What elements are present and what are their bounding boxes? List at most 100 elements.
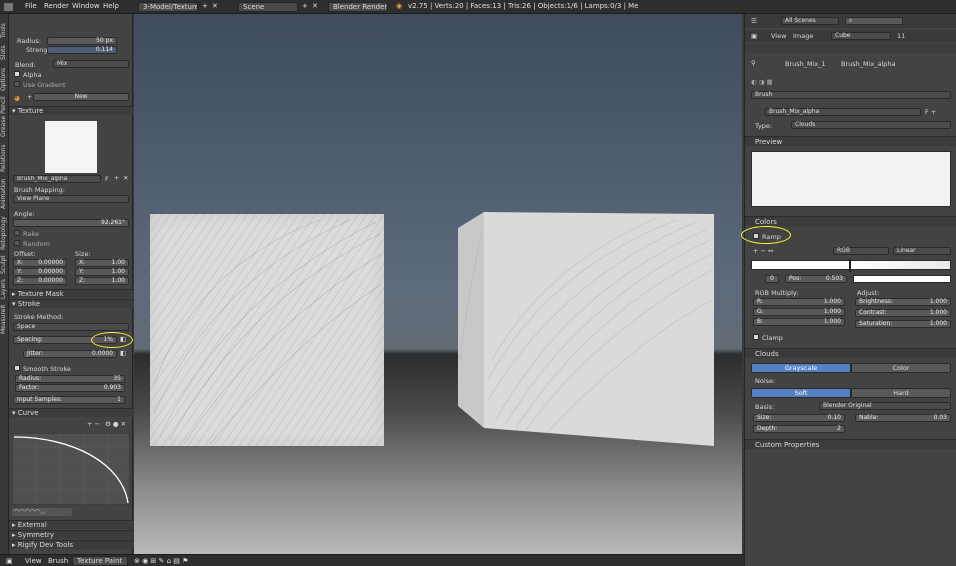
- fake-user-toggle[interactable]: F: [105, 175, 109, 183]
- curve-zoom-in-icon[interactable]: + −: [87, 420, 100, 428]
- clouds-section-header[interactable]: Clouds: [745, 348, 956, 358]
- palette-add-icon[interactable]: +: [27, 93, 32, 101]
- ramp-mode-dropdown[interactable]: RGB: [833, 247, 889, 255]
- depth-field[interactable]: Depth: 2: [753, 425, 845, 433]
- basis-dropdown[interactable]: Blender Original: [819, 402, 951, 410]
- screen-layout-dropdown[interactable]: 3-Model/Texture Full: [138, 2, 198, 12]
- rake-checkbox[interactable]: [14, 230, 20, 236]
- footer-brush-menu[interactable]: Brush: [48, 557, 68, 565]
- brush-mapping-dropdown[interactable]: View Plane: [13, 195, 129, 203]
- contrast-field[interactable]: Contrast: 1.000: [855, 309, 951, 317]
- input-samples-field[interactable]: Input Samples: 1: [13, 396, 125, 404]
- menu-file[interactable]: File: [25, 2, 37, 10]
- new-palette-button[interactable]: New: [33, 93, 129, 101]
- tab-layers[interactable]: Layers: [0, 278, 9, 300]
- ramp-pos-field[interactable]: Pos: 0.503: [785, 275, 847, 283]
- alpha-checkbox[interactable]: [14, 71, 20, 77]
- jitter-pressure-icon[interactable]: ◧: [120, 349, 126, 357]
- image-editor-icon[interactable]: ▣: [751, 32, 757, 40]
- image-view-menu[interactable]: View: [771, 32, 786, 40]
- random-checkbox[interactable]: [14, 240, 20, 246]
- soft-noise-button[interactable]: Soft: [751, 388, 851, 398]
- size-x-field[interactable]: X: 1.00: [75, 259, 129, 267]
- outliner-search-field[interactable]: ⌕: [845, 17, 903, 25]
- menu-render[interactable]: Render: [44, 2, 69, 10]
- clouds-size-field[interactable]: Size: 0.10: [753, 414, 845, 422]
- add-screen-icon[interactable]: +: [202, 2, 208, 10]
- tab-relations[interactable]: Relations: [0, 142, 9, 174]
- 3d-viewport[interactable]: [134, 14, 742, 554]
- close-screen-icon[interactable]: ✕: [212, 2, 218, 10]
- scenes-dropdown[interactable]: All Scenes: [781, 17, 839, 25]
- clamp-checkbox[interactable]: [753, 334, 759, 340]
- hard-noise-button[interactable]: Hard: [851, 388, 951, 398]
- texture-mask-section-header[interactable]: ▸ Texture Mask: [9, 289, 133, 298]
- image-image-menu[interactable]: Image: [793, 32, 813, 40]
- ramp-stop-index[interactable]: 0: [765, 275, 779, 283]
- preview-section-header[interactable]: Preview: [745, 136, 956, 146]
- ramp-add-remove-icons[interactable]: + − ↔: [753, 247, 773, 255]
- info-editor-icon[interactable]: [4, 3, 13, 11]
- size-z-field[interactable]: Z: 1.00: [75, 277, 129, 285]
- tab-retopology[interactable]: Retopology: [0, 214, 9, 252]
- tab-slots[interactable]: Slots: [0, 42, 9, 64]
- size-y-field[interactable]: Y: 1.00: [75, 268, 129, 276]
- smooth-radius-field[interactable]: Radius: 35: [15, 375, 125, 383]
- color-ramp-bar[interactable]: [751, 260, 951, 270]
- render-engine-dropdown[interactable]: Blender Render: [328, 2, 388, 12]
- texture-context-dropdown[interactable]: Brush: [751, 91, 951, 99]
- saturation-field[interactable]: Saturation: 1.000: [855, 320, 951, 328]
- angle-field[interactable]: 92.261°: [13, 219, 129, 227]
- rigify-section-header[interactable]: ▸ Rigify Dev Tools: [9, 540, 133, 549]
- tab-tools[interactable]: Tools: [0, 20, 9, 42]
- offset-y-field[interactable]: Y: 0.00000: [13, 268, 67, 276]
- custom-properties-header[interactable]: Custom Properties: [745, 439, 956, 449]
- pin-icon[interactable]: ⚲: [751, 59, 756, 67]
- texture-preview-thumbnail[interactable]: [45, 121, 97, 173]
- offset-x-field[interactable]: X: 0.00000: [13, 259, 67, 267]
- falloff-curve-editor[interactable]: [12, 433, 130, 505]
- stroke-method-dropdown[interactable]: Space: [13, 323, 129, 331]
- tab-options[interactable]: Options: [0, 66, 9, 92]
- radius-field[interactable]: 50 px: [47, 37, 117, 45]
- external-section-header[interactable]: ▸ External: [9, 520, 133, 529]
- curve-presets-row[interactable]: ◠◠◠◠◠◡: [12, 508, 72, 516]
- texture-section-header[interactable]: ▾ Texture: [9, 106, 133, 115]
- curve-tools-icon[interactable]: ⚙ ● ✕: [105, 420, 126, 428]
- tab-measureit[interactable]: Measureit: [0, 302, 9, 336]
- texture-tab-label[interactable]: Brush_Mix_alpha: [841, 60, 896, 68]
- blend-dropdown[interactable]: Mix: [53, 60, 129, 68]
- rgb-b-field[interactable]: B: 1.000: [753, 318, 845, 326]
- mode-dropdown[interactable]: Texture Paint: [72, 556, 128, 566]
- rgb-r-field[interactable]: R: 1.000: [753, 298, 845, 306]
- strength-field[interactable]: 0.114: [47, 46, 117, 54]
- curve-section-header[interactable]: ▾ Curve: [9, 408, 133, 417]
- palette-icon[interactable]: ◕: [14, 94, 20, 102]
- ramp-stop-marker[interactable]: [849, 259, 851, 272]
- tab-sculpt[interactable]: Sculpt: [0, 254, 9, 276]
- smooth-factor-field[interactable]: Factor: 0.903: [15, 384, 125, 392]
- footer-view-menu[interactable]: View: [25, 557, 42, 565]
- image-name-field[interactable]: Cube: [831, 32, 891, 40]
- color-button[interactable]: Color: [851, 363, 951, 373]
- texture-name-field[interactable]: Brush_Mix_alpha: [13, 175, 101, 183]
- footer-shading-icons[interactable]: ⊗ ◉ ⊞ ✎ ⌂ ▤ ⚑: [134, 557, 188, 565]
- texture-datablock-field[interactable]: Brush_Mix_alpha: [765, 108, 921, 116]
- tab-animation[interactable]: Animation: [0, 176, 9, 212]
- scene-dropdown[interactable]: Scene: [238, 2, 298, 12]
- rgb-g-field[interactable]: G: 1.000: [753, 308, 845, 316]
- menu-window[interactable]: Window: [72, 2, 100, 10]
- tab-grease-pencil[interactable]: Grease Pencil: [0, 94, 9, 140]
- add-scene-icon[interactable]: +: [302, 2, 308, 10]
- grayscale-button[interactable]: Grayscale: [751, 363, 851, 373]
- brush-tab-label[interactable]: Brush_Mix_1: [785, 60, 826, 68]
- view3d-editor-icon[interactable]: ▣: [6, 557, 13, 565]
- ramp-stop-color[interactable]: [853, 275, 951, 283]
- smooth-stroke-checkbox[interactable]: [14, 365, 20, 371]
- menu-help[interactable]: Help: [103, 2, 119, 10]
- texture-type-icons[interactable]: ◐ ◑ ▦: [751, 78, 773, 86]
- offset-z-field[interactable]: Z: 0.00000: [13, 277, 67, 285]
- outliner-editor-icon[interactable]: ☰: [751, 17, 757, 25]
- texture-fake-user[interactable]: F +: [925, 108, 936, 116]
- symmetry-section-header[interactable]: ▸ Symmetry: [9, 530, 133, 539]
